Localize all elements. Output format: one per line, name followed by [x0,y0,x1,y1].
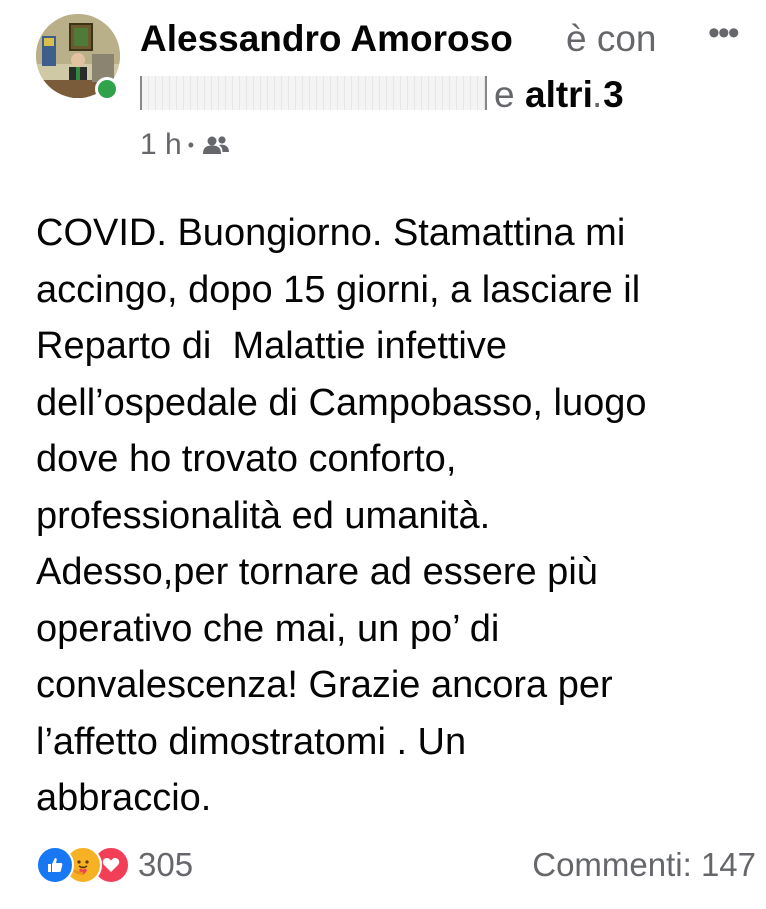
comments-count[interactable]: Commenti: 147 [532,846,756,884]
with-text: è con [566,18,657,59]
tagged-and: e [494,74,515,115]
like-icon [36,846,74,884]
post-text-line: professionalità ed umanità. [36,494,491,537]
more-options-icon[interactable]: ••• [708,14,740,53]
post-time[interactable]: 1 h [140,128,182,162]
post-text-line: dove ho trovato conforto, [36,438,457,480]
post-text-line: operativo che mai, un po’ di [36,607,500,650]
tagged-others-link[interactable]: altri 3 [525,74,624,116]
reaction-count: 305 [138,846,194,883]
post-text-line: abbraccio. [36,777,212,819]
reactions-summary[interactable]: 305 [36,846,193,884]
post-text-line: Reparto di Malattie infettive [36,325,508,367]
post-text-line: accingo, dopo 15 giorni, a lasciare il [36,268,641,311]
friends-icon[interactable] [202,135,230,155]
post-text-line: dell’ospedale di Campobasso, luogo [36,381,647,424]
online-status-dot [95,77,119,101]
redacted-tagged-name [140,76,487,110]
post-author[interactable]: Alessandro Amoroso [140,18,513,60]
post-meta: 1 h • [140,128,230,162]
post-text-line: convalescenza! Grazie ancora per [36,664,613,706]
post-text-line: l’affetto dimostratomi . Un [36,720,467,763]
tagged-end: . [592,74,603,115]
post-text-line: COVID. Buongiorno. Stamattina mi [36,212,626,254]
meta-separator: • [187,134,195,155]
post-text-line: Adesso,per tornare ad essere più [36,551,598,593]
post-text: COVID. Buongiorno. Stamattina mi accingo… [36,205,756,827]
